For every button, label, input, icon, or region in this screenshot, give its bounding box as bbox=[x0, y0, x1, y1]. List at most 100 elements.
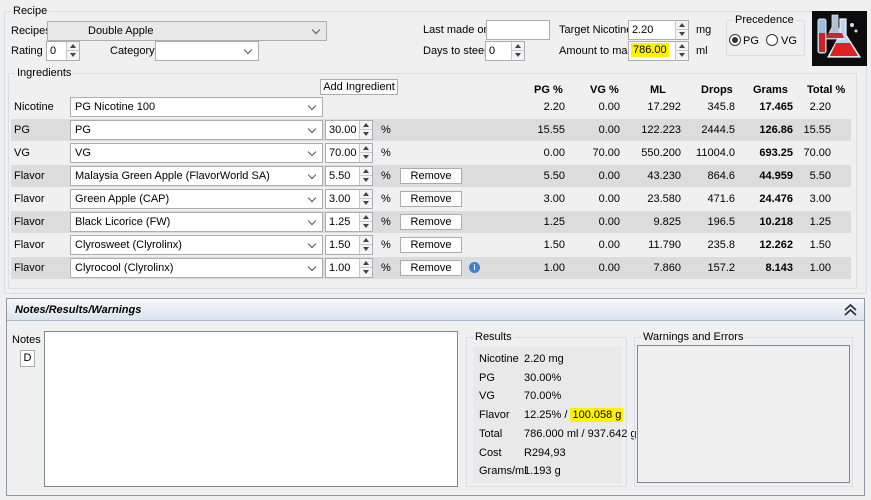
precedence-pg-radio[interactable] bbox=[729, 34, 741, 46]
ingredient-type: Flavor bbox=[14, 170, 45, 182]
ingredient-dropdown[interactable]: Clyrocool (Clyrolinx) bbox=[70, 258, 323, 278]
ingredient-dropdown[interactable]: Black Licorice (FW) bbox=[70, 212, 323, 232]
spin-up-icon[interactable] bbox=[359, 167, 372, 176]
precedence-vg-label: VG bbox=[781, 35, 797, 47]
result-value: 2.20 mg bbox=[524, 353, 564, 365]
ingredient-percent: 1.50 bbox=[329, 239, 351, 251]
spin-down-icon[interactable] bbox=[66, 51, 79, 60]
ingredient-percent-stepper[interactable]: 3.00 bbox=[325, 189, 373, 209]
notes-textarea[interactable] bbox=[44, 331, 458, 487]
spin-up-icon[interactable] bbox=[675, 21, 688, 30]
ingredient-name: Black Licorice (FW) bbox=[75, 216, 171, 228]
days-to-steep-value: 0 bbox=[489, 45, 496, 57]
target-nicotine-stepper[interactable]: 2.20 bbox=[628, 20, 689, 40]
result-label: Cost bbox=[479, 447, 502, 459]
days-to-steep-stepper[interactable]: 0 bbox=[485, 41, 525, 61]
ingredient-percent-stepper[interactable]: 30.00 bbox=[325, 120, 373, 140]
ingredient-dropdown[interactable]: Malaysia Green Apple (FlavorWorld SA) bbox=[70, 166, 323, 186]
ingredient-pg: 0.00 bbox=[543, 147, 565, 159]
ingredient-dropdown[interactable]: VG bbox=[70, 143, 323, 163]
notes-label: Notes bbox=[12, 334, 41, 346]
spin-down-icon[interactable] bbox=[359, 176, 372, 185]
ingredient-type: PG bbox=[14, 124, 30, 136]
ingredient-dropdown[interactable]: PG Nicotine 100 bbox=[70, 97, 323, 117]
ingredient-ml: 7.860 bbox=[653, 262, 681, 274]
ingredient-drops: 235.8 bbox=[707, 239, 735, 251]
ingredient-grams: 8.143 bbox=[765, 262, 793, 274]
spin-down-icon[interactable] bbox=[359, 153, 372, 162]
chevron-down-icon bbox=[307, 239, 319, 251]
precedence-vg-radio[interactable] bbox=[766, 34, 778, 46]
spin-down-icon[interactable] bbox=[359, 130, 372, 139]
spin-up-icon[interactable] bbox=[359, 190, 372, 199]
ingredient-row-flavor: Flavor Malaysia Green Apple (FlavorWorld… bbox=[11, 165, 851, 187]
result-flavor-percent: 12.25% / bbox=[524, 409, 571, 421]
info-icon[interactable]: i bbox=[469, 262, 480, 273]
remove-button[interactable]: Remove bbox=[400, 214, 462, 230]
spin-up-icon[interactable] bbox=[675, 42, 688, 51]
ingredient-percent-stepper[interactable]: 70.00 bbox=[325, 143, 373, 163]
ingredient-total: 1.25 bbox=[809, 216, 831, 228]
ingredient-percent-stepper[interactable]: 1.00 bbox=[325, 258, 373, 278]
spin-up-icon[interactable] bbox=[359, 121, 372, 130]
result-value: 30.00% bbox=[524, 372, 562, 384]
ingredient-row-flavor: Flavor Clyrocool (Clyrolinx) 1.00 % Remo… bbox=[11, 257, 851, 279]
remove-button[interactable]: Remove bbox=[400, 168, 462, 184]
spin-up-icon[interactable] bbox=[66, 42, 79, 51]
target-nicotine-value: 2.20 bbox=[632, 24, 654, 36]
amount-stepper[interactable]: 786.00 bbox=[628, 41, 689, 61]
spin-down-icon[interactable] bbox=[359, 222, 372, 231]
flask-logo-icon bbox=[812, 11, 867, 66]
ingredient-percent: 1.25 bbox=[329, 216, 351, 228]
recipes-dropdown[interactable]: Double Apple bbox=[47, 21, 327, 41]
ingredient-percent: 5.50 bbox=[329, 170, 351, 182]
ingredient-name: Clyrosweet (Clyrolinx) bbox=[75, 239, 182, 251]
spin-down-icon[interactable] bbox=[675, 51, 688, 60]
remove-button[interactable]: Remove bbox=[400, 237, 462, 253]
spin-down-icon[interactable] bbox=[359, 245, 372, 254]
chevron-down-icon bbox=[243, 45, 255, 57]
last-made-input[interactable] bbox=[486, 20, 550, 40]
ingredient-percent: 3.00 bbox=[329, 193, 351, 205]
result-label: Nicotine bbox=[479, 353, 519, 365]
warnings-list[interactable] bbox=[637, 345, 850, 483]
spin-down-icon[interactable] bbox=[511, 51, 524, 60]
ingredient-vg: 0.00 bbox=[598, 216, 620, 228]
spin-up-icon[interactable] bbox=[359, 259, 372, 268]
add-ingredient-button[interactable]: Add Ingredient bbox=[320, 79, 398, 95]
ingredient-type: Flavor bbox=[14, 239, 45, 251]
remove-button[interactable]: Remove bbox=[400, 191, 462, 207]
percent-sign: % bbox=[381, 239, 391, 251]
ingredient-percent-stepper[interactable]: 1.50 bbox=[325, 235, 373, 255]
chevron-down-icon bbox=[307, 262, 319, 274]
ingredient-percent-stepper[interactable]: 5.50 bbox=[325, 166, 373, 186]
target-nicotine-label: Target Nicotine bbox=[559, 24, 633, 36]
rating-value: 0 bbox=[50, 45, 57, 57]
ingredient-type: Nicotine bbox=[14, 101, 54, 113]
spin-up-icon[interactable] bbox=[359, 213, 372, 222]
chevron-down-icon bbox=[307, 216, 319, 228]
notes-d-button[interactable]: D bbox=[20, 350, 35, 367]
ingredient-dropdown[interactable]: Green Apple (CAP) bbox=[70, 189, 323, 209]
spin-up-icon[interactable] bbox=[359, 236, 372, 245]
ingredient-dropdown[interactable]: Clyrosweet (Clyrolinx) bbox=[70, 235, 323, 255]
notes-panel-header[interactable]: Notes/Results/Warnings bbox=[7, 299, 864, 321]
spin-down-icon[interactable] bbox=[359, 199, 372, 208]
ingredient-ml: 23.580 bbox=[647, 193, 681, 205]
warnings-title: Warnings and Errors bbox=[641, 331, 746, 343]
category-dropdown[interactable] bbox=[155, 41, 259, 61]
spin-down-icon[interactable] bbox=[359, 268, 372, 277]
spin-down-icon[interactable] bbox=[675, 30, 688, 39]
rating-stepper[interactable]: 0 bbox=[46, 41, 80, 61]
collapse-icon[interactable] bbox=[842, 301, 859, 318]
ingredient-dropdown[interactable]: PG bbox=[70, 120, 323, 140]
target-nicotine-unit: mg bbox=[696, 24, 712, 36]
remove-button[interactable]: Remove bbox=[400, 260, 462, 276]
ingredient-drops: 157.2 bbox=[707, 262, 735, 274]
header-drops: Drops bbox=[701, 84, 733, 96]
spin-up-icon[interactable] bbox=[359, 144, 372, 153]
ingredient-type: VG bbox=[14, 147, 30, 159]
spin-up-icon[interactable] bbox=[511, 42, 524, 51]
category-label: Category bbox=[110, 45, 155, 57]
ingredient-percent-stepper[interactable]: 1.25 bbox=[325, 212, 373, 232]
